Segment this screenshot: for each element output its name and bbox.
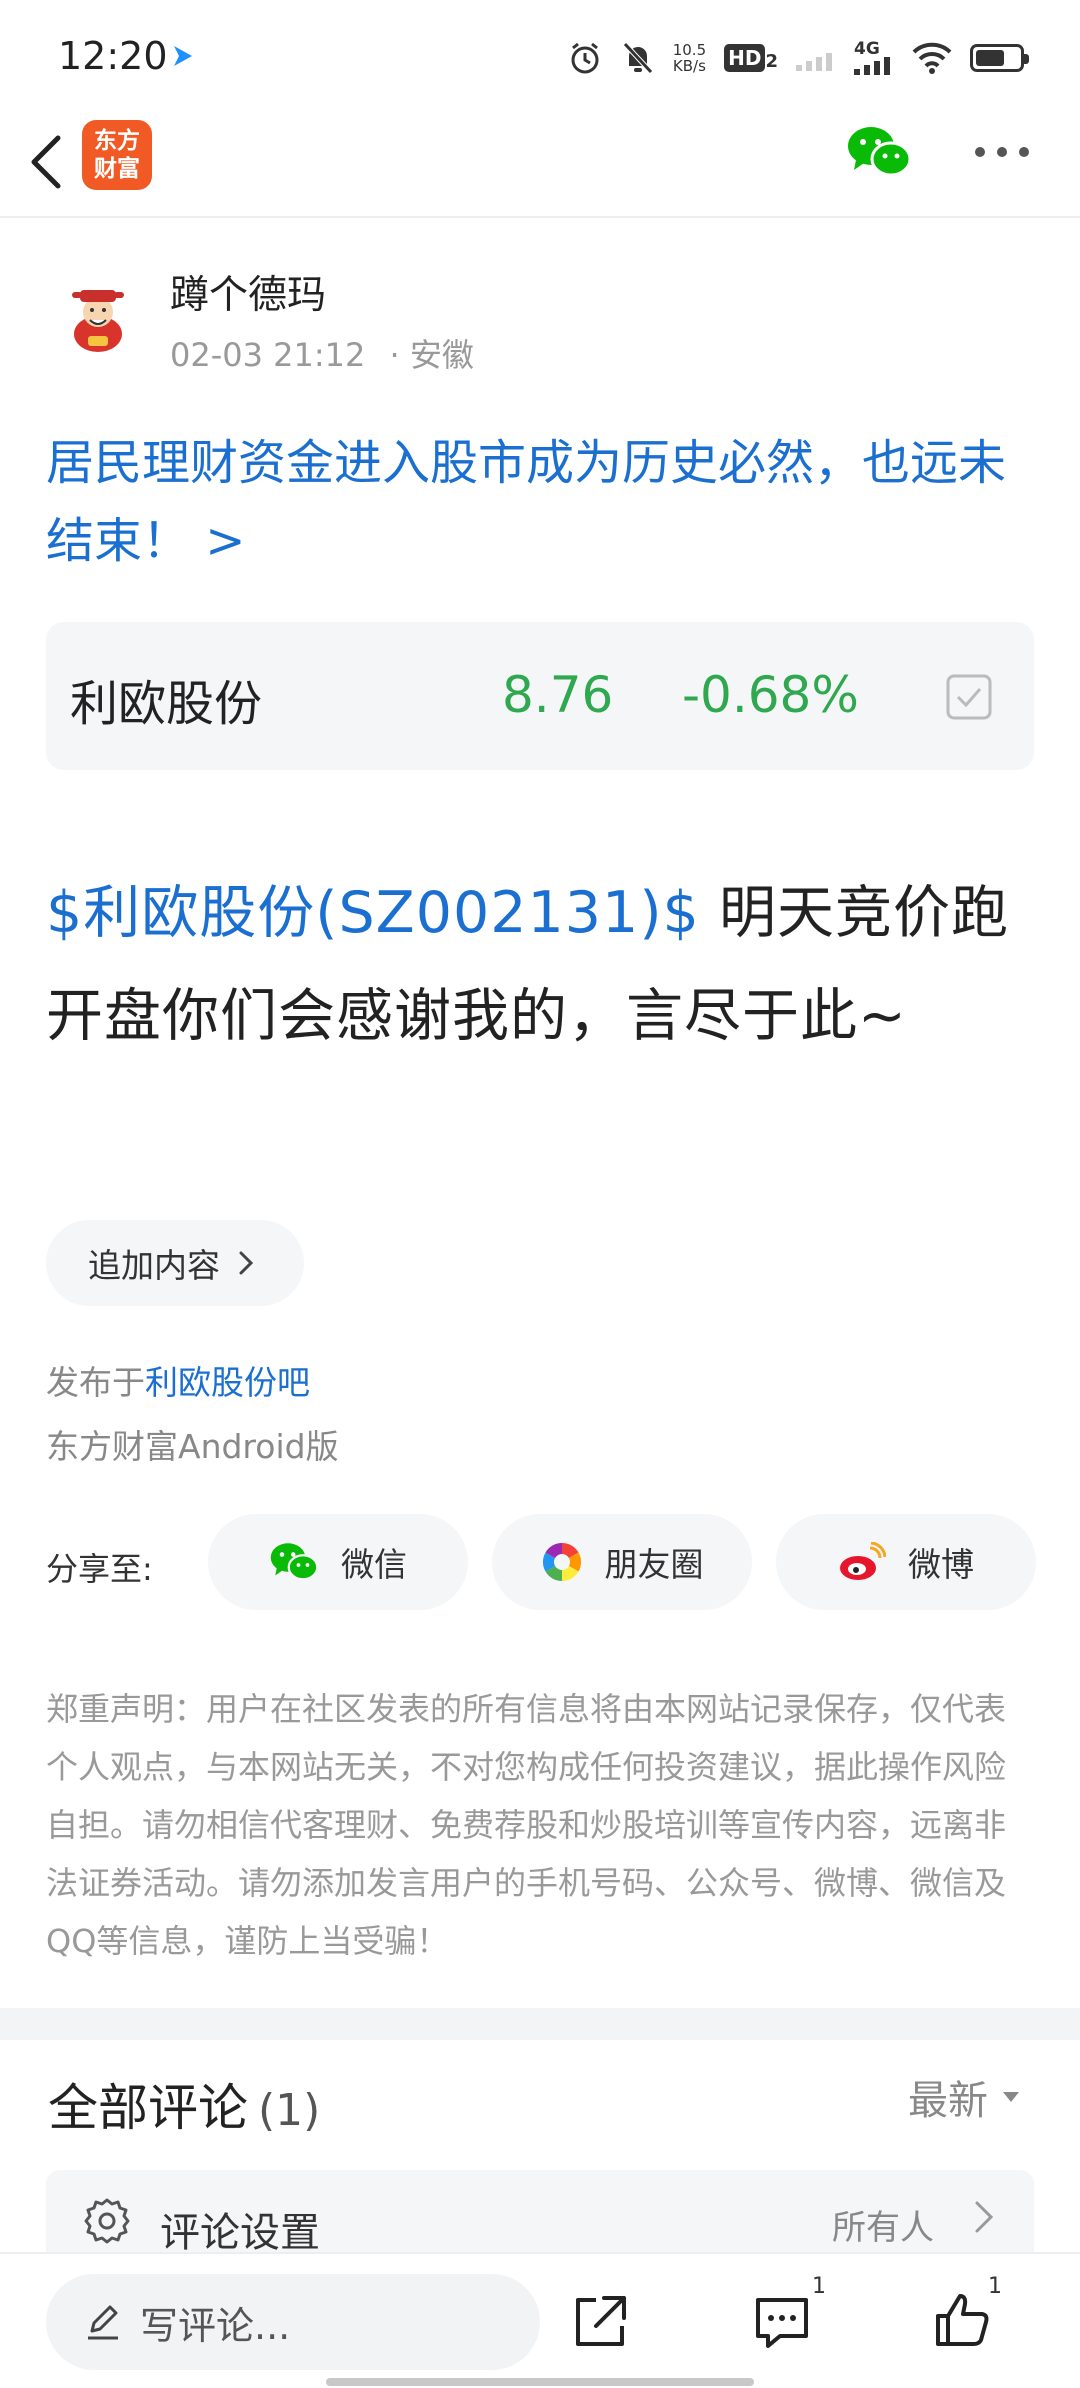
caret-down-icon [1003, 2092, 1019, 2102]
comment-count-badge: 1 [812, 2274, 826, 2299]
gear-icon [84, 2198, 130, 2244]
comment-bubble-icon[interactable] [752, 2292, 812, 2352]
top-nav: 东方 财富 [0, 110, 1080, 218]
share-wechat-button[interactable]: 微信 [208, 1514, 468, 1610]
home-indicator[interactable] [326, 2378, 754, 2386]
comments-heading: 全部评论 (1) [48, 2079, 321, 2137]
post-location: · 安徽 [389, 336, 474, 374]
share-label: 分享至: [46, 1550, 153, 1588]
like-count-badge: 1 [988, 2274, 1002, 2299]
thumbs-up-icon[interactable] [932, 2290, 992, 2350]
status-bar: 12:20 10.5 KB/s HD 2 4G [0, 0, 1080, 110]
hd-badge: HD 2 [724, 44, 778, 72]
signal-empty-icon [796, 53, 832, 71]
comment-settings-label: 评论设置 [160, 2210, 320, 2256]
comment-settings-value: 所有人 [832, 2208, 934, 2248]
append-content-button[interactable]: 追加内容 [46, 1220, 304, 1306]
chevron-right-icon [239, 1251, 254, 1275]
more-options-icon[interactable] [972, 142, 1032, 162]
app-logo: 东方 财富 [82, 120, 152, 190]
chevron-right-icon [975, 2201, 994, 2233]
wifi-icon [912, 42, 952, 74]
stock-card[interactable]: 利欧股份 8.76 -0.68% [46, 622, 1034, 770]
location-arrow-icon [174, 46, 192, 66]
signal-4g: 4G [854, 41, 894, 75]
mute-bell-icon [622, 42, 653, 74]
section-divider [0, 2008, 1080, 2040]
share-moments-button[interactable]: 朋友圈 [492, 1514, 752, 1610]
author-name[interactable]: 蹲个德玛 [170, 264, 326, 320]
stock-name: 利欧股份 [70, 676, 263, 732]
back-arrow-icon[interactable] [22, 124, 72, 200]
moments-icon [542, 1543, 581, 1581]
share-weibo-button[interactable]: 微博 [776, 1514, 1036, 1610]
add-watchlist-check-icon[interactable] [946, 674, 992, 720]
share-external-icon[interactable] [570, 2292, 630, 2352]
post-title-link[interactable]: 居民理财资金进入股市成为历史必然，也远未结束！ > [46, 424, 1046, 580]
author-avatar[interactable] [58, 278, 138, 358]
weibo-icon [840, 1542, 886, 1580]
stock-change: -0.68% [682, 666, 859, 724]
wechat-icon [270, 1543, 319, 1581]
wechat-share-icon[interactable] [846, 124, 912, 180]
post-meta: 02-03 21:12 · 安徽 [170, 330, 474, 376]
disclaimer-text: 郑重声明：用户在社区发表的所有信息将由本网站记录保存，仅代表个人观点，与本网站无… [46, 1690, 1007, 1960]
status-icons: 10.5 KB/s HD 2 4G [567, 38, 1029, 78]
client-version: 东方财富Android版 [46, 1427, 339, 1466]
net-speed: 10.5 KB/s [672, 41, 707, 75]
write-comment-input[interactable]: 写评论... [46, 2274, 540, 2370]
status-time: 12:20 [58, 34, 168, 78]
stock-price: 8.76 [502, 666, 614, 724]
stock-tag-link[interactable]: $利欧股份(SZ002131)$ [46, 880, 700, 946]
comment-sort-button[interactable]: 最新 [908, 2068, 1020, 2126]
post-body: $利欧股份(SZ002131)$ 明天竞价跑 开盘你们会感谢我的，言尽于此~ [46, 862, 1040, 1068]
published-in: 发布于利欧股份吧 [46, 1363, 310, 1402]
comments-count: (1) [258, 2085, 321, 2136]
pencil-icon [88, 2305, 118, 2340]
stock-bar-link[interactable]: 利欧股份吧 [145, 1363, 310, 1402]
battery-icon [970, 44, 1029, 72]
alarm-icon [571, 42, 599, 74]
post-datetime: 02-03 21:12 [170, 336, 366, 374]
signal-icon [854, 57, 890, 75]
bottom-action-bar: 写评论... 1 1 [0, 2252, 1080, 2388]
